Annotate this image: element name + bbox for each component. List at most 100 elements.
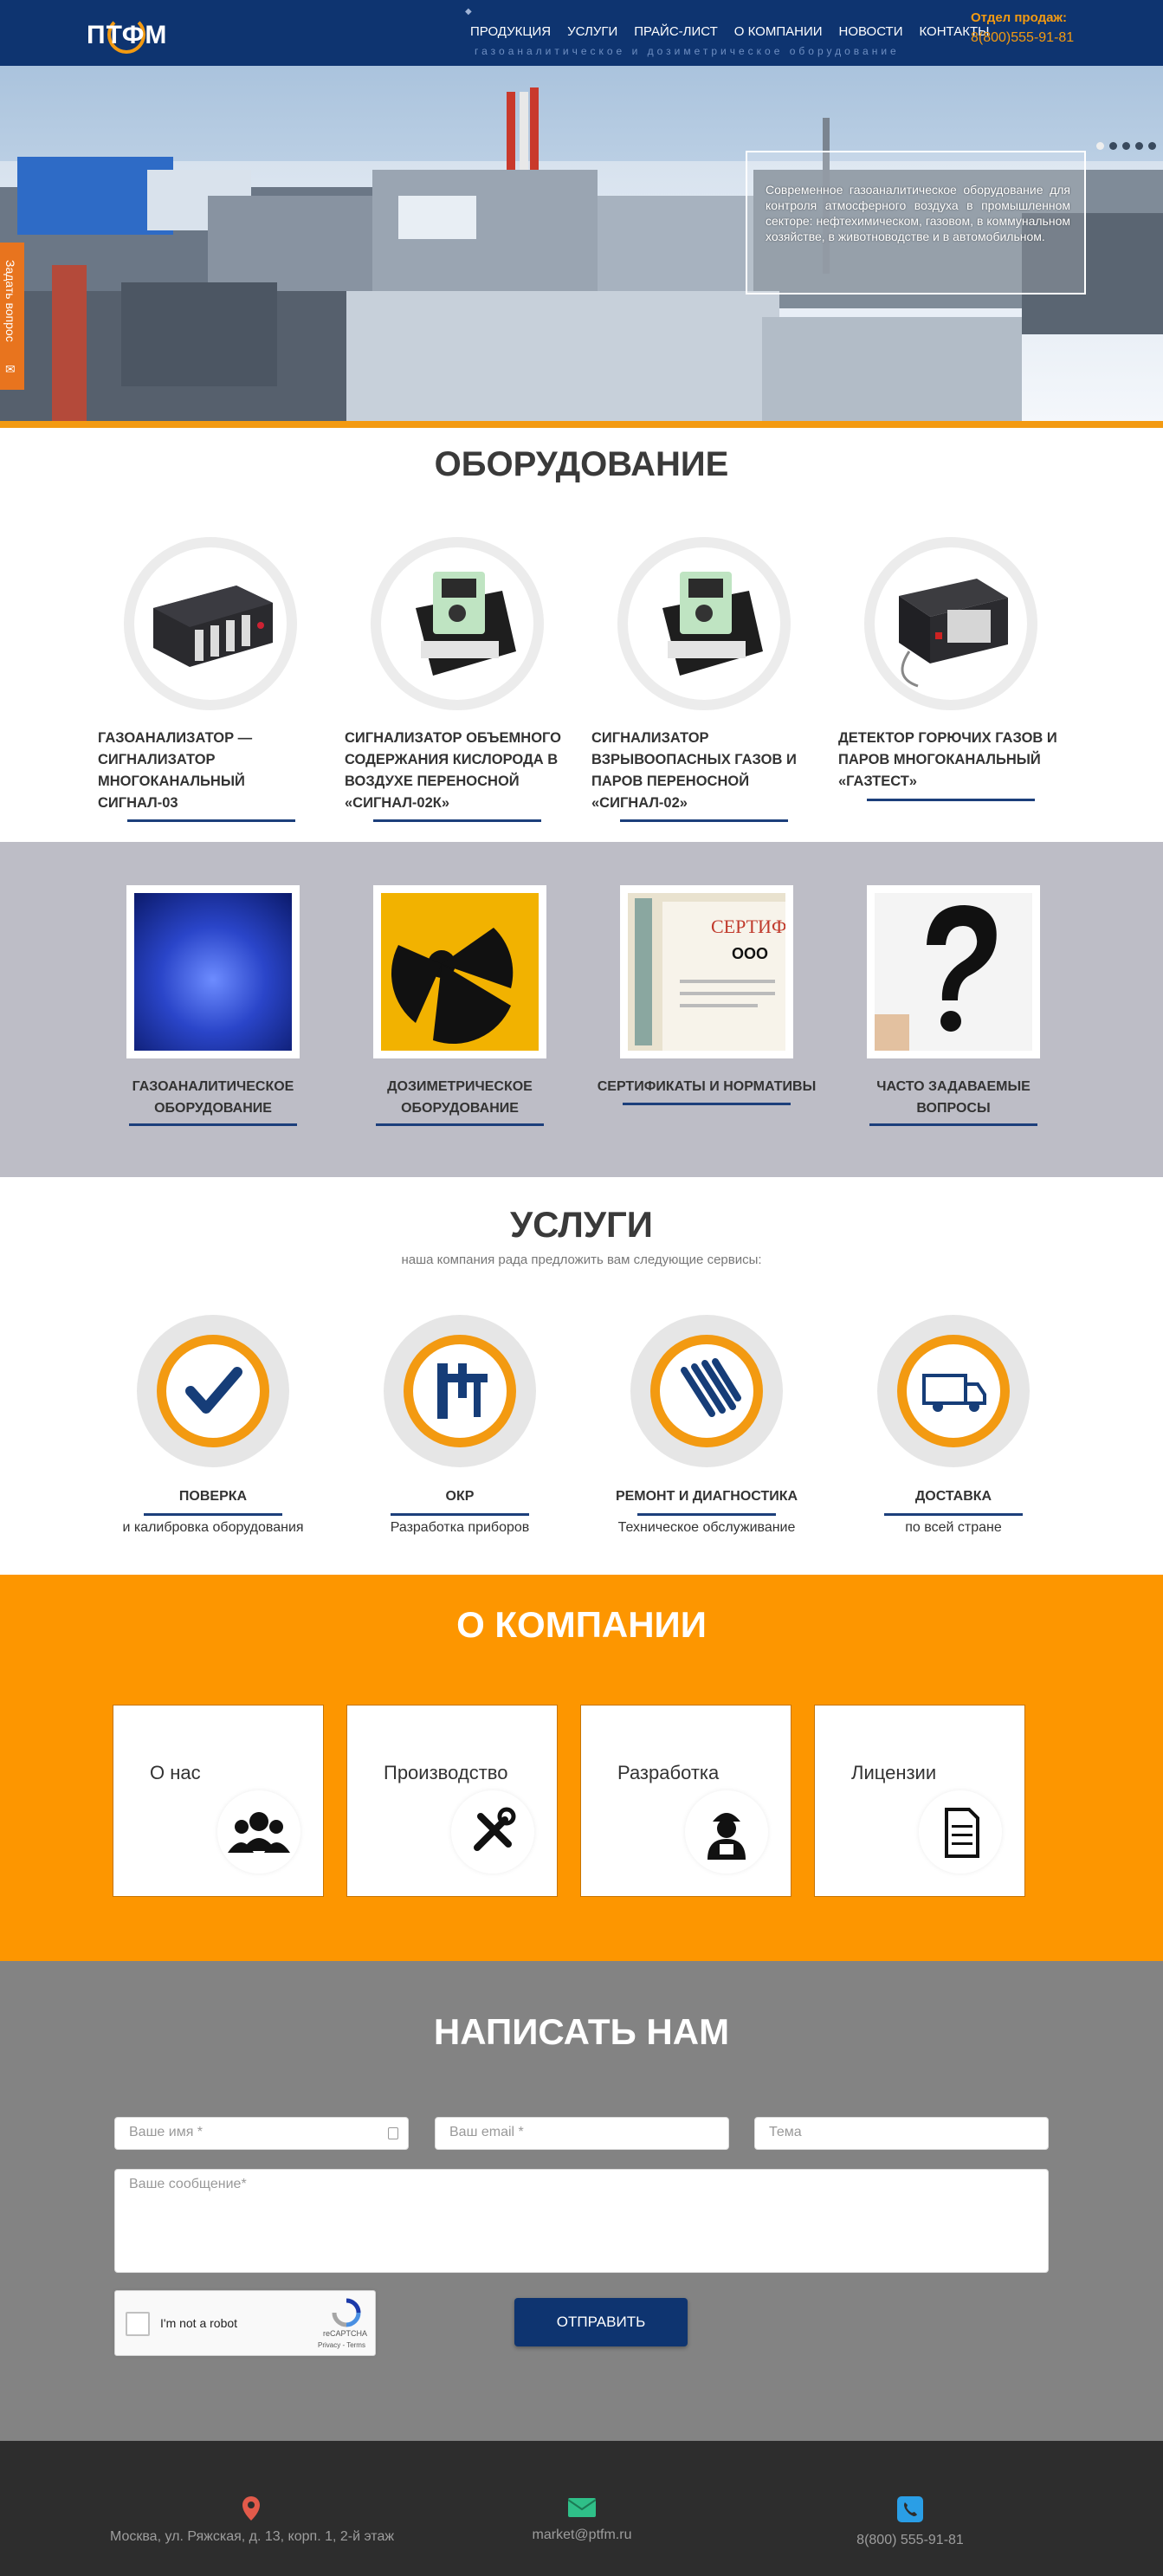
footer-phone[interactable]: 8(800) 555-91-81: [779, 2533, 1041, 2548]
equipment-label-line: ПАРОВ ПЕРЕНОСНОЙ: [591, 773, 750, 789]
category-label-line: ОБОРУДОВАНИЕ: [154, 1101, 272, 1116]
phone-icon: [897, 2496, 923, 2522]
blue-flame-image: [134, 893, 292, 1051]
about-card-us[interactable]: О нас: [113, 1705, 324, 1897]
slider-dot[interactable]: [1122, 142, 1130, 150]
recaptcha-brand: reCAPTCHA: [323, 2329, 368, 2338]
equipment-underline: [867, 799, 1035, 801]
main-nav: ПРОДУКЦИЯ УСЛУГИ ПРАЙС-ЛИСТ О КОМПАНИИ Н…: [470, 24, 1005, 39]
location-pin-icon: [242, 2496, 260, 2521]
nav-products[interactable]: ПРОДУКЦИЯ: [470, 24, 551, 39]
gas-test-detector-image: [899, 579, 1008, 688]
equipment-label-line: ГАЗОАНАЛИЗАТОР —: [98, 730, 253, 746]
slider-dot[interactable]: [1096, 142, 1104, 150]
equipment-label-line: СИГНАЛ-03: [98, 795, 178, 811]
about-card-licenses[interactable]: Лицензии: [814, 1705, 1025, 1897]
email-field[interactable]: Ваш email *: [435, 2117, 729, 2150]
equipment-underline: [620, 819, 788, 822]
sales-label: Отдел продаж:: [971, 10, 1068, 25]
slider-dot[interactable]: [1109, 142, 1117, 150]
ask-question-label[interactable]: Задать вопрос: [3, 260, 17, 342]
about-title: О КОМПАНИИ: [456, 1604, 707, 1645]
category-gas-image[interactable]: [126, 885, 300, 1058]
service-verification[interactable]: [137, 1315, 289, 1467]
equipment-label[interactable]: СИГНАЛИЗАТОР ОБЪЕМНОГО СОДЕРЖАНИЯ КИСЛОР…: [345, 728, 570, 814]
category-certificates-image[interactable]: СЕРТИФ ООО: [620, 885, 793, 1058]
subject-field[interactable]: Тема: [754, 2117, 1049, 2150]
recaptcha-widget: I'm not a robot reCAPTCHA Privacy - Term…: [114, 2290, 376, 2356]
about-card-label: Лицензии: [851, 1762, 937, 1783]
equipment-label[interactable]: ГАЗОАНАЛИЗАТОР — СИГНАЛИЗАТОР МНОГОКАНАЛ…: [98, 728, 323, 814]
send-button[interactable]: ОТПРАВИТЬ: [514, 2298, 688, 2346]
category-label[interactable]: ДОЗИМЕТРИЧЕСКОЕ ОБОРУДОВАНИЕ: [347, 1076, 572, 1119]
about-card-label: Разработка: [617, 1762, 720, 1783]
equipment-label-line: ДЕТЕКТОР ГОРЮЧИХ ГАЗОВ И: [838, 730, 1057, 746]
equipment-label[interactable]: ДЕТЕКТОР ГОРЮЧИХ ГАЗОВ И ПАРОВ МНОГОКАНА…: [838, 728, 1063, 793]
message-field[interactable]: Ваше сообщение*: [114, 2169, 1049, 2273]
category-label[interactable]: ЧАСТО ЗАДАВАЕМЫЕ ВОПРОСЫ: [841, 1076, 1066, 1119]
category-faq-image[interactable]: [867, 885, 1040, 1058]
category-label-line: ДОЗИМЕТРИЧЕСКОЕ: [387, 1079, 533, 1094]
equipment-label-line: «СИГНАЛ-02»: [591, 795, 688, 811]
category-dosimetry-image[interactable]: [373, 885, 546, 1058]
sales-phone[interactable]: 8(800)555-91-81: [971, 30, 1074, 46]
logo-text: ПТФМ: [87, 21, 168, 49]
service-title: ДОСТАВКА: [914, 1489, 992, 1504]
service-rnd[interactable]: [384, 1315, 536, 1467]
slider-dot[interactable]: [1148, 142, 1156, 150]
autofill-icon: [388, 2127, 398, 2139]
contact-title: НАПИСАТЬ НАМ: [433, 2011, 730, 2052]
service-underline: [884, 1513, 1023, 1516]
service-title: РЕМОНТ И ДИАГНОСТИКА: [615, 1489, 798, 1504]
category-label-line: ОБОРУДОВАНИЕ: [401, 1101, 519, 1116]
certificate-image: СЕРТИФ ООО: [628, 893, 786, 1051]
svg-text:СЕРТИФ: СЕРТИФ: [711, 916, 785, 937]
nav-pricelist[interactable]: ПРАЙС-ЛИСТ: [634, 24, 718, 39]
name-field[interactable]: Ваше имя *: [114, 2117, 409, 2150]
slider-dot[interactable]: [1135, 142, 1143, 150]
logo[interactable]: ПТФМ: [87, 14, 168, 57]
envelope-icon: [568, 2498, 596, 2517]
category-label-line: ЧАСТО ЗАДАВАЕМЫЕ: [876, 1079, 1031, 1094]
check-icon: [185, 1367, 242, 1414]
recaptcha-terms[interactable]: Privacy - Terms: [318, 2341, 365, 2349]
equipment-label-line: ВОЗДУХЕ ПЕРЕНОСНОЙ: [345, 773, 520, 789]
equipment-image-signal03[interactable]: [124, 537, 297, 710]
recaptcha-label: I'm not a robot: [160, 2316, 238, 2330]
category-label[interactable]: СЕРТИФИКАТЫ И НОРМАТИВЫ: [594, 1076, 819, 1097]
about-card-label: Производство: [384, 1762, 508, 1783]
nav-services[interactable]: УСЛУГИ: [567, 24, 617, 39]
about-card-development[interactable]: Разработка: [580, 1705, 791, 1897]
hero-caption: Современное газоаналитическое оборудован…: [766, 183, 1070, 243]
equipment-image-signal02k[interactable]: [371, 537, 544, 710]
service-underline: [144, 1513, 282, 1516]
equipment-label[interactable]: СИГНАЛИЗАТОР ВЗРЫВООПАСНЫХ ГАЗОВ И ПАРОВ…: [591, 728, 817, 814]
caliper-icon: [437, 1363, 488, 1419]
service-underline: [637, 1513, 776, 1516]
equipment-label-line: СОДЕРЖАНИЯ КИСЛОРОДА В: [345, 752, 559, 767]
people-icon: [228, 1812, 290, 1853]
service-repair[interactable]: [630, 1315, 783, 1467]
equipment-image-gaztest[interactable]: [864, 537, 1037, 710]
category-underline: [869, 1123, 1037, 1126]
about-card-label: О нас: [150, 1762, 201, 1783]
wrench-icon: [681, 1358, 741, 1417]
recaptcha-checkbox[interactable]: [126, 2312, 150, 2336]
service-subtitle: и калибровка оборудования: [122, 1520, 304, 1535]
equipment-image-signal02[interactable]: [617, 537, 791, 710]
explosive-gas-detector-image: [662, 572, 763, 676]
category-underline: [623, 1103, 791, 1105]
equipment-label-line: МНОГОКАНАЛЬНЫЙ: [98, 773, 245, 789]
services-title: УСЛУГИ: [509, 1204, 653, 1245]
service-delivery[interactable]: [877, 1315, 1030, 1467]
category-underline: [376, 1123, 544, 1126]
nav-news[interactable]: НОВОСТИ: [839, 24, 903, 39]
category-label[interactable]: ГАЗОАНАЛИТИЧЕСКОЕ ОБОРУДОВАНИЕ: [100, 1076, 326, 1119]
nav-about[interactable]: О КОМПАНИИ: [734, 24, 823, 39]
about-card-production[interactable]: Производство: [346, 1705, 558, 1897]
service-title: ОКР: [445, 1489, 475, 1504]
service-underline: [391, 1513, 529, 1516]
footer-email[interactable]: market@ptfm.ru: [485, 2527, 679, 2543]
radiation-symbol-image: [381, 893, 539, 1051]
category-label-line: ГАЗОАНАЛИТИЧЕСКОЕ: [132, 1079, 294, 1094]
